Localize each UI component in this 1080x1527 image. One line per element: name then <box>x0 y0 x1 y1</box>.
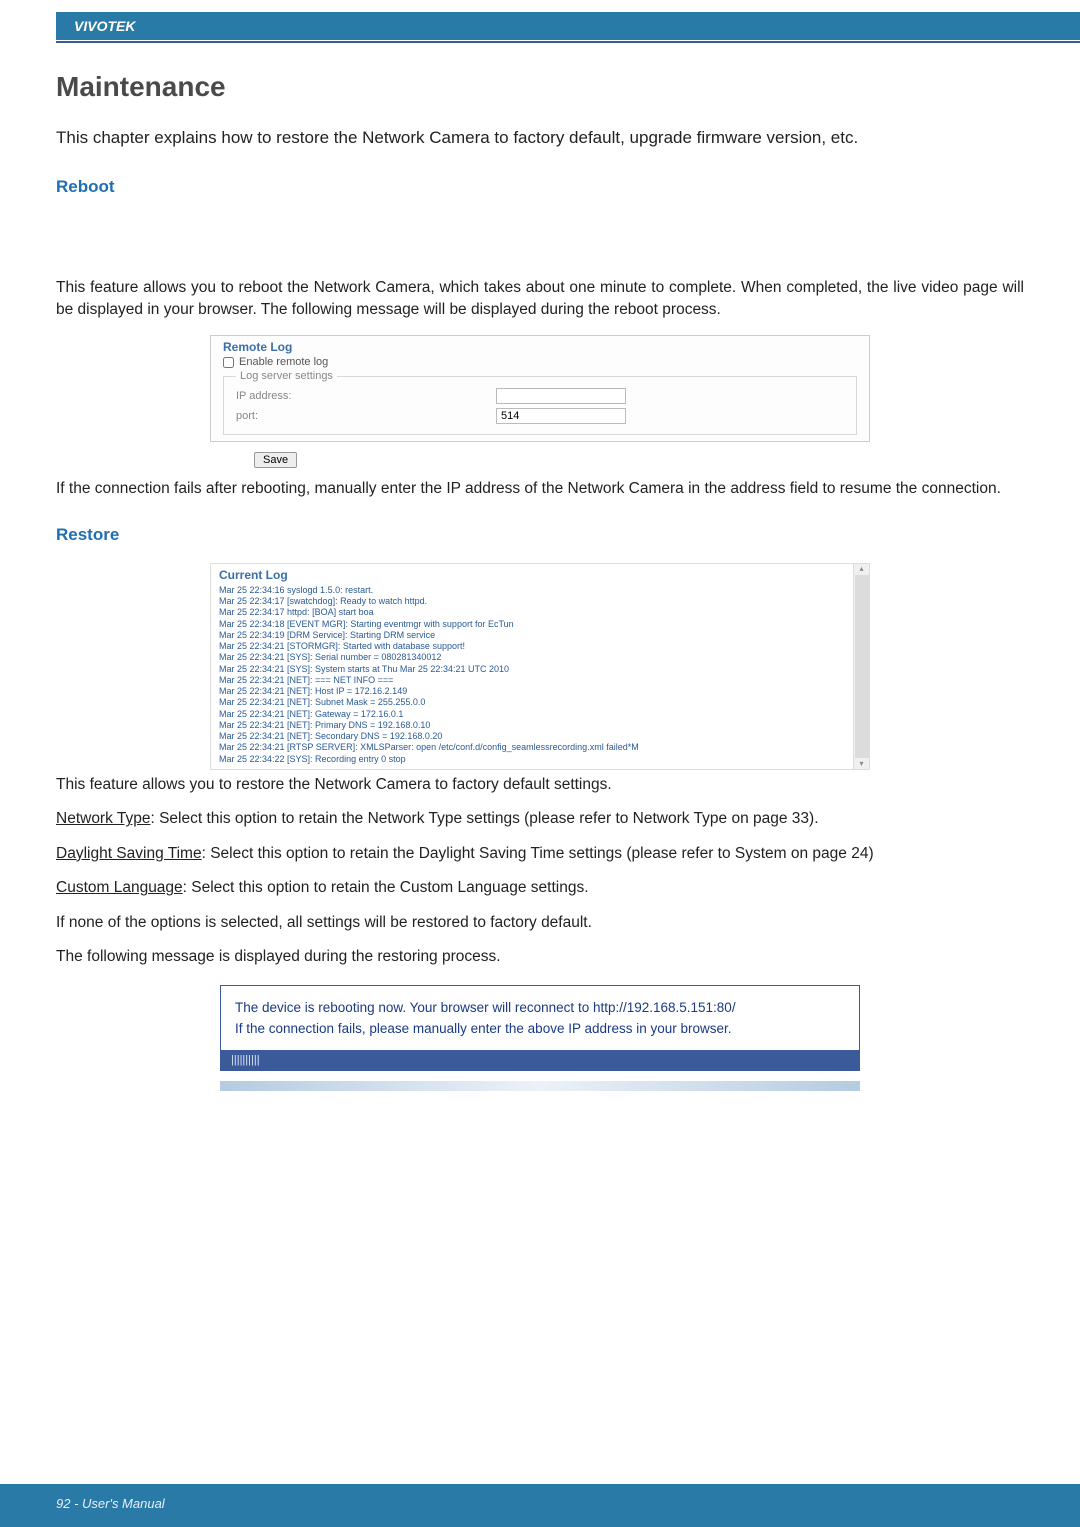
log-server-settings-legend: Log server settings <box>236 370 337 382</box>
restore-text-3: The following message is displayed durin… <box>56 946 1024 968</box>
brand-text: VIVOTEK <box>74 18 135 34</box>
ip-address-label: IP address: <box>236 390 496 402</box>
custom-language-text: : Select this option to retain the Custo… <box>183 879 589 896</box>
network-type-text: : Select this option to retain the Netwo… <box>150 810 818 827</box>
log-line: Mar 25 22:34:21 [SYS]: System starts at … <box>219 664 861 675</box>
enable-remote-log-checkbox[interactable] <box>223 357 234 368</box>
save-button[interactable]: Save <box>254 452 297 468</box>
ip-address-input[interactable] <box>496 388 626 404</box>
log-line: Mar 25 22:34:22 [SYS]: Recording entry 0… <box>219 754 861 765</box>
network-type-paragraph: Network Type: Select this option to reta… <box>56 808 1024 830</box>
log-line: Mar 25 22:34:18 [EVENT MGR]: Starting ev… <box>219 619 861 630</box>
brand-bar: VIVOTEK <box>56 12 1080 40</box>
log-line: Mar 25 22:34:21 [RTSP SERVER]: XMLSParse… <box>219 742 861 753</box>
port-row: port: <box>236 408 844 424</box>
remote-log-panel: Remote Log Enable remote log Log server … <box>210 335 870 442</box>
custom-language-paragraph: Custom Language: Select this option to r… <box>56 877 1024 899</box>
footer-text: 92 - User's Manual <box>56 1496 165 1511</box>
scroll-thumb[interactable] <box>855 575 869 758</box>
reboot-text-1: This feature allows you to reboot the Ne… <box>56 277 1024 322</box>
log-line: Mar 25 22:34:17 [swatchdog]: Ready to wa… <box>219 596 861 607</box>
log-line: Mar 25 22:34:21 [NET]: Host IP = 172.16.… <box>219 686 861 697</box>
network-type-label: Network Type <box>56 810 150 827</box>
restore-heading: Restore <box>56 525 1024 545</box>
reboot-banner-line1: The device is rebooting now. Your browse… <box>235 998 845 1019</box>
dst-text: : Select this option to retain the Dayli… <box>202 845 874 862</box>
scrollbar[interactable]: ▴ ▾ <box>853 564 869 769</box>
reboot-progress-bars: |||||||||| <box>231 1054 260 1066</box>
restore-text-2: If none of the options is selected, all … <box>56 912 1024 934</box>
reboot-banner-line2: If the connection fails, please manually… <box>235 1019 845 1040</box>
log-line: Mar 25 22:34:21 [NET]: Primary DNS = 192… <box>219 720 861 731</box>
scroll-up-icon[interactable]: ▴ <box>859 564 863 574</box>
log-lines-container: Mar 25 22:34:16 syslogd 1.5.0: restart.M… <box>219 585 861 765</box>
current-log-panel: Current Log Mar 25 22:34:16 syslogd 1.5.… <box>210 563 870 770</box>
ip-address-row: IP address: <box>236 388 844 404</box>
port-input[interactable] <box>496 408 626 424</box>
reboot-heading: Reboot <box>56 177 1024 197</box>
log-line: Mar 25 22:34:21 [NET]: Secondary DNS = 1… <box>219 731 861 742</box>
reboot-banner: The device is rebooting now. Your browse… <box>220 985 860 1071</box>
scroll-down-icon[interactable]: ▾ <box>859 759 863 769</box>
page-header: VIVOTEK <box>0 0 1080 43</box>
content-area: Maintenance This chapter explains how to… <box>0 43 1080 1091</box>
enable-remote-log-row: Enable remote log <box>223 356 857 368</box>
spacer <box>56 215 1024 277</box>
log-server-settings-fieldset: Log server settings IP address: port: <box>223 370 857 435</box>
log-line: Mar 25 22:34:21 [NET]: Gateway = 172.16.… <box>219 709 861 720</box>
enable-remote-log-label: Enable remote log <box>239 356 328 368</box>
reboot-banner-text: The device is rebooting now. Your browse… <box>221 986 859 1050</box>
dst-paragraph: Daylight Saving Time: Select this option… <box>56 843 1024 865</box>
log-line: Mar 25 22:34:16 syslogd 1.5.0: restart. <box>219 585 861 596</box>
log-line: Mar 25 22:34:21 [NET]: === NET INFO === <box>219 675 861 686</box>
log-line: Mar 25 22:34:21 [NET]: Subnet Mask = 255… <box>219 697 861 708</box>
page-footer: 92 - User's Manual <box>0 1484 1080 1527</box>
custom-language-label: Custom Language <box>56 879 183 896</box>
log-line: Mar 25 22:34:21 [STORMGR]: Started with … <box>219 641 861 652</box>
reboot-text-2: If the connection fails after rebooting,… <box>56 478 1024 500</box>
current-log-title: Current Log <box>219 568 861 583</box>
restore-text-1: This feature allows you to restore the N… <box>56 774 1024 796</box>
dst-label: Daylight Saving Time <box>56 845 202 862</box>
log-line: Mar 25 22:34:17 httpd: [BOA] start boa <box>219 607 861 618</box>
page-title: Maintenance <box>56 71 1024 103</box>
intro-paragraph: This chapter explains how to restore the… <box>56 125 1024 151</box>
log-line: Mar 25 22:34:21 [SYS]: Serial number = 0… <box>219 652 861 663</box>
gradient-strip <box>220 1081 860 1091</box>
port-label: port: <box>236 410 496 422</box>
remote-log-title: Remote Log <box>223 340 857 354</box>
reboot-progress-bar: |||||||||| <box>221 1050 859 1070</box>
log-line: Mar 25 22:34:19 [DRM Service]: Starting … <box>219 630 861 641</box>
